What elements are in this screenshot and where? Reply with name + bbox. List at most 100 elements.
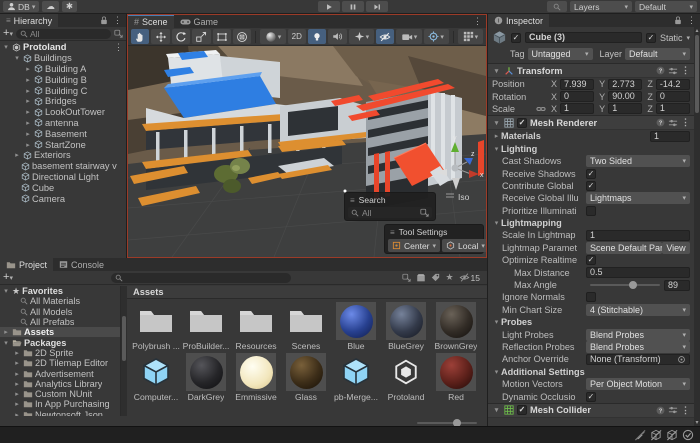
tree-item[interactable]: Cube (0, 182, 126, 193)
tree-item[interactable]: ▸Building C (0, 85, 126, 96)
tree-item[interactable]: All Models (0, 307, 120, 317)
tree-item[interactable]: Camera (0, 193, 126, 204)
expander-icon[interactable]: ▾ (492, 219, 501, 227)
ignore-normals-checkbox[interactable] (586, 292, 596, 302)
prefab-disabled-icon[interactable] (650, 429, 662, 441)
services-button[interactable]: ✱ (62, 1, 77, 12)
scene-viewport[interactable]: y z x Iso ≡Search All ≡T (128, 46, 486, 257)
tree-item[interactable]: ▸antenna (0, 118, 126, 129)
star-icon[interactable]: ★ (445, 272, 453, 283)
motion-vectors-dropdown[interactable]: Per Object Motion▾ (586, 378, 690, 390)
tree-item[interactable]: ▸Custom NUnit (0, 389, 120, 399)
asset-item[interactable]: Blue (331, 302, 381, 351)
assets-breadcrumb[interactable]: Assets (127, 286, 487, 299)
kebab-menu-icon[interactable]: ⋮ (114, 42, 126, 53)
asset-item[interactable]: Resources (231, 302, 281, 351)
tag-dropdown[interactable]: Untagged▾ (528, 48, 593, 60)
kebab-menu-icon[interactable]: ⋮ (681, 65, 690, 76)
expander-icon[interactable]: ▸ (24, 141, 32, 149)
tree-item[interactable]: ▸Newtonsoft Json (0, 410, 120, 416)
asset-item[interactable]: DarkGrey (181, 353, 231, 402)
scrollbar-thumb[interactable] (122, 316, 126, 361)
tool-settings-overlay[interactable]: ≡Tool Settings Center▾ Local▾ (384, 224, 484, 254)
tab-project[interactable]: Project (0, 258, 53, 271)
receive-shadows-checkbox[interactable]: ✓ (586, 169, 596, 179)
search-pick-icon[interactable] (114, 29, 123, 38)
expander-icon[interactable]: ▾ (492, 67, 501, 75)
tree-item[interactable]: ▸LookOutTower (0, 107, 126, 118)
asset-item[interactable]: Scenes (281, 302, 331, 351)
asset-item[interactable]: Protoland (381, 353, 431, 402)
project-search-input[interactable] (111, 273, 291, 283)
package-icon[interactable] (416, 273, 426, 283)
tree-item[interactable]: ▸Exteriors (0, 150, 126, 161)
transform-header[interactable]: ▾ Transform ? ⋮ (488, 63, 694, 78)
lock-icon[interactable] (674, 16, 682, 25)
active-checkbox[interactable]: ✓ (511, 33, 521, 43)
help-icon[interactable]: ? (656, 406, 665, 415)
hidden-packages-button[interactable]: 15 (459, 272, 480, 283)
tree-item-favorites[interactable]: ▾★Favorites (0, 286, 120, 296)
tree-item-assets[interactable]: ▸Assets (0, 327, 120, 337)
rotation-y-field[interactable]: 90.00 (608, 91, 642, 102)
tree-item[interactable]: ▸Building A (0, 64, 126, 75)
pivot-mode-dropdown[interactable]: Center▾ (388, 239, 440, 252)
tree-item[interactable]: All Prefabs (0, 317, 120, 327)
asset-item[interactable]: pb-Merge... (331, 353, 381, 402)
drag-handle-icon[interactable]: ≡ (390, 228, 395, 237)
expander-icon[interactable]: ▾ (492, 318, 501, 326)
expander-icon[interactable]: ▾ (492, 145, 501, 153)
max-angle-field[interactable]: 89 (664, 280, 690, 291)
scale-y-field[interactable]: 1 (608, 103, 642, 114)
cloud-button[interactable]: ☁ (42, 1, 59, 12)
rotate-tool[interactable] (172, 29, 190, 44)
tree-item-packages[interactable]: ▾Packages (0, 337, 120, 347)
asset-item[interactable]: BlueGrey (381, 302, 431, 351)
search-by-type-icon[interactable] (402, 273, 411, 282)
expander-icon[interactable]: ▸ (492, 132, 501, 140)
position-x-field[interactable]: 7.939 (560, 79, 594, 90)
inspector-scrollbar[interactable]: ▴ ▾ (694, 27, 700, 426)
tree-item[interactable]: ▸2D Tilemap Editor (0, 358, 120, 368)
expander-icon[interactable]: ▾ (2, 43, 10, 51)
label-icon[interactable] (431, 273, 440, 282)
scroll-up-icon[interactable]: ▴ (694, 27, 700, 34)
scale-z-field[interactable]: 1 (656, 103, 690, 114)
expander-icon[interactable]: ▸ (13, 151, 21, 159)
grid-settings-dropdown[interactable]: ▾ (458, 29, 483, 44)
tab-hierarchy[interactable]: ≡Hierarchy (0, 14, 58, 27)
scroll-down-icon[interactable]: ▾ (694, 419, 700, 426)
tree-item[interactable]: ▸Advertisement (0, 368, 120, 378)
tree-item[interactable]: ▸Bridges (0, 96, 126, 107)
position-y-field[interactable]: 2.773 (608, 79, 642, 90)
tab-console[interactable]: Console (53, 258, 110, 271)
object-picker-icon[interactable] (677, 355, 686, 364)
constrain-proportions-icon[interactable] (536, 104, 546, 114)
expander-icon[interactable]: ▸ (24, 97, 32, 105)
tree-item[interactable]: All Materials (0, 296, 120, 306)
asset-item[interactable]: Emmissive (231, 353, 281, 402)
anchor-override-field[interactable]: None (Transform) (586, 354, 690, 365)
expander-icon[interactable]: ▸ (24, 108, 32, 116)
preset-icon[interactable] (668, 405, 678, 415)
tree-item[interactable]: ▾Buildings (0, 53, 126, 64)
view-button[interactable]: View (662, 242, 690, 254)
scene-search-input[interactable]: All (362, 208, 417, 218)
tree-item[interactable]: ▸In App Purchasing (0, 399, 120, 409)
account-button[interactable]: DB ▾ (3, 1, 39, 12)
hierarchy-search-input[interactable]: All (16, 29, 111, 39)
kebab-menu-icon[interactable]: ⋮ (473, 16, 482, 27)
asset-item[interactable]: Polybrush ... (131, 302, 181, 351)
materials-count-field[interactable]: 1 (650, 131, 690, 142)
receive-gi-dropdown[interactable]: Lightmaps▾ (586, 192, 690, 204)
step-button[interactable] (366, 1, 388, 12)
light-probes-dropdown[interactable]: Blend Probes▾ (586, 329, 690, 341)
mesh-collider-header[interactable]: ▾ ✓ Mesh Collider ? ⋮ (488, 403, 694, 418)
effects-dropdown[interactable]: ▾ (349, 29, 374, 44)
tree-item[interactable]: ▸2D Sprite (0, 348, 120, 358)
scene-search-overlay[interactable]: ≡Search All (344, 192, 436, 221)
expander-icon[interactable]: ▸ (24, 130, 32, 138)
tree-item[interactable]: ▸Analytics Library (0, 379, 120, 389)
drag-handle-icon[interactable]: ≡ (350, 196, 355, 205)
gameobject-name-field[interactable]: Cube (3) (525, 32, 642, 43)
